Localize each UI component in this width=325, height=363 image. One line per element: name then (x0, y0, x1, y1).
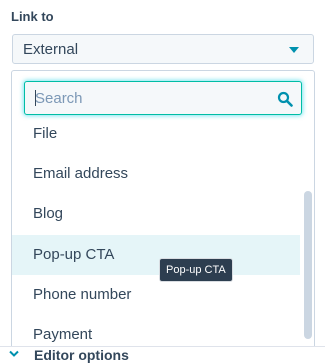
option-blog[interactable]: Blog (12, 194, 300, 234)
option-label: Email address (33, 165, 129, 182)
option-popup-cta[interactable]: Pop-up CTA (12, 235, 300, 275)
search-box[interactable] (24, 81, 302, 115)
tooltip: Pop-up CTA (160, 259, 232, 281)
section-title: Editor options (34, 347, 129, 363)
editor-options-header[interactable]: Editor options (0, 346, 325, 363)
option-label: Phone number (33, 286, 132, 303)
text-cursor (35, 90, 36, 106)
option-phone-number[interactable]: Phone number (12, 275, 300, 315)
search-icon[interactable] (277, 91, 293, 107)
option-label: Blog (33, 205, 64, 222)
option-label: Payment (33, 326, 93, 343)
search-input[interactable] (25, 82, 265, 114)
option-email-address[interactable]: Email address (12, 154, 300, 194)
selected-value: External (23, 41, 79, 58)
option-label: Pop-up CTA (33, 246, 115, 263)
link-to-label: Link to (11, 9, 54, 24)
option-payment[interactable]: Payment (12, 315, 300, 349)
option-label: File (33, 125, 58, 142)
chevron-down-icon (9, 350, 19, 357)
scrollbar-thumb[interactable] (304, 191, 312, 339)
option-file[interactable]: File (12, 114, 300, 154)
link-to-select[interactable]: External (12, 34, 314, 64)
dropdown-menu: File Email address Blog Pop-up CTA Phone… (11, 70, 315, 350)
caret-down-icon (289, 47, 299, 53)
